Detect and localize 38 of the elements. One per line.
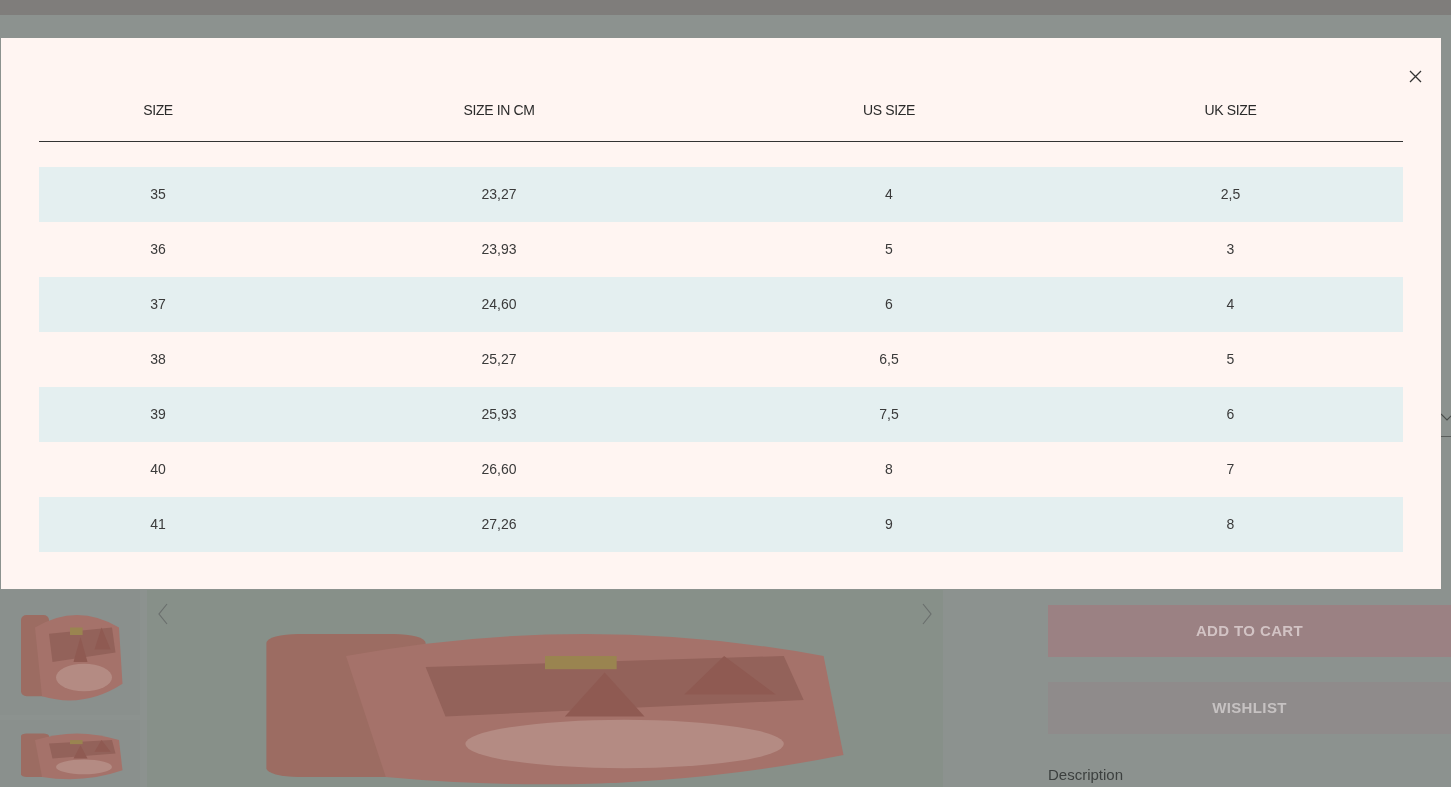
table-cell-text: 36 [150, 240, 166, 259]
table-cell-text: 8 [1226, 515, 1235, 534]
table-cell-text: 6 [885, 295, 893, 314]
table-cell-text: 6 [1226, 405, 1235, 424]
table-cell-text: 35 [150, 185, 166, 204]
table-cell-text: 4 [885, 185, 893, 204]
table-cell-text: 25,93 [481, 405, 517, 424]
column-header: UK SIZE [1204, 101, 1257, 120]
table-cell-text: 6,5 [879, 350, 899, 369]
table-cell-text: 24,60 [481, 295, 517, 314]
table-cell-text: 40 [150, 460, 166, 479]
close-button[interactable] [1407, 68, 1423, 84]
table-cell-text: 3 [1226, 240, 1235, 259]
table-cell-text: 39 [150, 405, 166, 424]
table-cell-text: 23,93 [481, 240, 517, 259]
column-header: SIZE [143, 101, 173, 120]
column-header: US SIZE [863, 101, 915, 120]
table-cell-text: 37 [150, 295, 166, 314]
table-cell-text: 7,5 [879, 405, 899, 424]
column-header: SIZE IN CM [463, 101, 535, 120]
table-cell-text: 8 [885, 460, 893, 479]
table-cell-text: 5 [885, 240, 893, 259]
chevron-left-icon[interactable] [157, 602, 169, 626]
table-cell-text: 7 [1226, 460, 1235, 479]
table-cell-text: 27,26 [481, 515, 517, 534]
table-cell-text: 25,27 [481, 350, 517, 369]
table-cell-text: 9 [885, 515, 893, 534]
table-cell-text: 41 [150, 515, 166, 534]
table-cell-text: 4 [1226, 295, 1235, 314]
table-cell-text: 26,60 [481, 460, 517, 479]
table-cell-text: 23,27 [481, 185, 517, 204]
chevron-right-icon[interactable] [921, 602, 933, 626]
table-cell-text: 2,5 [1220, 185, 1241, 204]
close-icon [1408, 69, 1422, 83]
table-cell-text: 38 [150, 350, 166, 369]
add-to-cart-button[interactable]: ADD TO CART [1048, 605, 1451, 657]
description-label: Description [1048, 765, 1125, 785]
table-cell-text: 5 [1226, 350, 1235, 369]
